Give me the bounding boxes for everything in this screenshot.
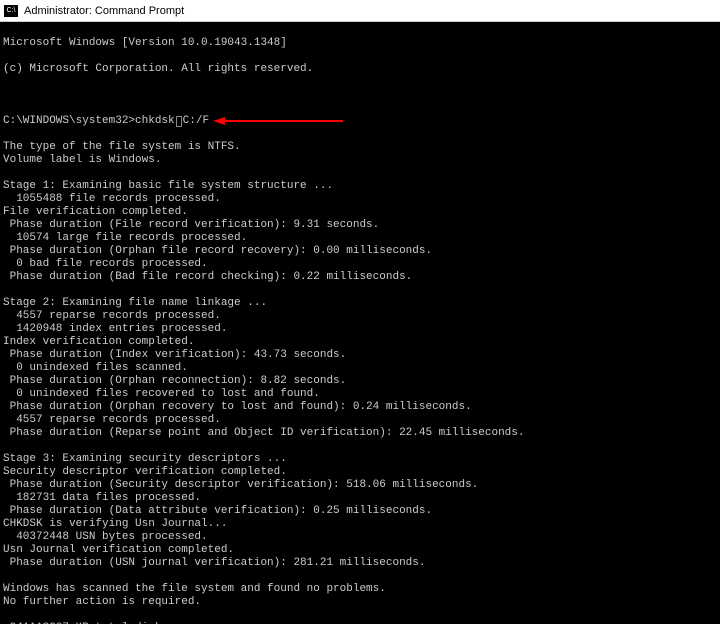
- window-title: Administrator: Command Prompt: [24, 5, 184, 17]
- cmd-icon: C:\: [4, 5, 18, 17]
- terminal-prompt-line: C:\WINDOWS\system32>chkdsk C:/F: [3, 115, 717, 128]
- annotation-arrow-icon: [213, 116, 343, 126]
- prompt-path: C:\WINDOWS\system32>: [3, 115, 135, 128]
- cmd-icon-text: C:\: [7, 7, 16, 14]
- prompt-command-2: C:/F: [183, 115, 209, 128]
- terminal-output[interactable]: Microsoft Windows [Version 10.0.19043.13…: [0, 22, 720, 624]
- terminal-header-line1: Microsoft Windows [Version 10.0.19043.13…: [3, 37, 717, 50]
- terminal-header-line2: (c) Microsoft Corporation. All rights re…: [3, 63, 717, 76]
- window-titlebar[interactable]: C:\ Administrator: Command Prompt: [0, 0, 720, 22]
- terminal-blank: [3, 89, 717, 102]
- terminal-body: The type of the file system is NTFS. Vol…: [3, 141, 717, 624]
- prompt-command-1: chkdsk: [135, 115, 175, 128]
- cursor-icon: [176, 116, 182, 127]
